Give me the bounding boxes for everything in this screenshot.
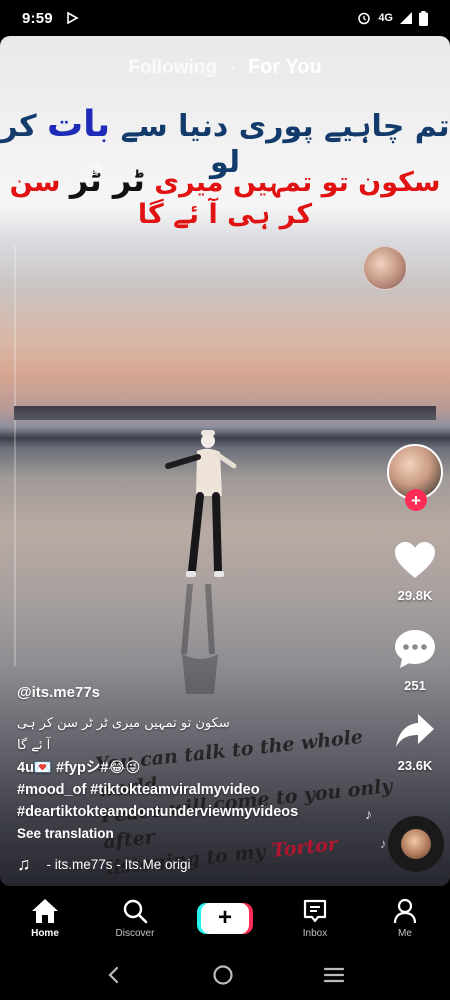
status-time: 9:59	[22, 9, 53, 27]
video-player[interactable]: Following For You تم چاہیے پوری دنیا سے …	[0, 36, 450, 886]
nav-discover-label: Discover	[115, 927, 155, 939]
nav-create[interactable]: +	[180, 886, 270, 950]
post-info: @its.me77s سکون تو تمہیں میری ٹر ٹر سن ک…	[17, 684, 377, 875]
post-description-urdu: سکون تو تمہیں میری ٹر ٹر سن کر ہی آ ئے گ…	[17, 716, 230, 753]
play-protect-icon	[67, 11, 79, 25]
status-bar: 9:59 4G	[0, 0, 450, 36]
caption-text: تم چاہیے پوری دنیا سے	[110, 109, 450, 144]
side-actions: + 29.8K 251 23.6K	[384, 444, 446, 773]
tab-separator-dot	[230, 66, 234, 69]
status-icons: 4G	[357, 10, 428, 26]
floating-note-icon: ♪	[380, 836, 387, 851]
comment-button[interactable]: 251	[384, 628, 446, 693]
music-title: - its.me77s - Its.Me origi	[46, 857, 191, 872]
feed-tabs: Following For You	[0, 56, 450, 79]
music-note-icon: ♫	[17, 854, 31, 874]
comment-icon	[395, 630, 435, 668]
music-disc-cover	[401, 829, 431, 859]
caption-emoji: 😜	[86, 161, 102, 178]
like-count: 29.8K	[397, 588, 433, 603]
system-nav-bar	[0, 950, 450, 1000]
share-count: 23.6K	[397, 758, 433, 773]
nav-home[interactable]: Home	[0, 886, 90, 950]
share-button[interactable]: 23.6K	[384, 712, 446, 773]
follow-plus-button[interactable]: +	[405, 489, 427, 511]
back-icon[interactable]	[105, 966, 123, 984]
network-type: 4G	[378, 12, 393, 24]
music-info[interactable]: ♫ - its.me77s - Its.Me origi	[17, 854, 377, 875]
tab-for-you[interactable]: For You	[248, 56, 322, 79]
create-button[interactable]: +	[201, 902, 249, 934]
heart-icon	[395, 542, 435, 578]
bottom-nav: Home Discover + Inbox Me	[0, 886, 450, 950]
video-sticker-avatar	[363, 246, 407, 290]
share-arrow-icon	[396, 714, 434, 747]
signal-icon	[400, 12, 412, 24]
like-button[interactable]: 29.8K	[384, 540, 446, 603]
post-hashtags[interactable]: #deartiktokteamdontunderviewmyvideos	[17, 801, 377, 823]
caption-highlight: بات	[46, 104, 111, 145]
post-hashtags[interactable]: #mood_of #tiktokteamviralmyvideo	[17, 779, 377, 801]
nav-discover[interactable]: Discover	[90, 886, 180, 950]
home-circle-icon[interactable]	[212, 964, 234, 986]
inbox-icon	[303, 899, 327, 922]
nav-inbox-label: Inbox	[302, 927, 328, 939]
post-username[interactable]: @its.me77s	[17, 684, 377, 701]
music-disc[interactable]	[388, 816, 444, 872]
comment-count: 251	[404, 678, 426, 693]
recents-icon[interactable]	[323, 966, 345, 984]
caption-highlight: ٹر ٹر	[69, 161, 145, 199]
search-icon	[123, 899, 148, 923]
nav-me[interactable]: Me	[360, 886, 450, 950]
video-frame-edge	[14, 246, 16, 666]
nav-home-label: Home	[31, 927, 59, 939]
home-icon	[32, 898, 58, 923]
post-description-line: 4u💌 #fypシ#😂😜	[17, 760, 141, 776]
profile-icon	[393, 898, 417, 923]
see-translation-link[interactable]: See translation	[17, 826, 377, 841]
floating-note-icon: ♪	[365, 806, 372, 822]
battery-icon	[419, 10, 428, 26]
tab-following[interactable]: Following	[128, 57, 217, 79]
alarm-icon	[358, 12, 371, 25]
nav-me-label: Me	[398, 927, 412, 939]
caption-text: سکون تو تمہیں میری	[144, 167, 441, 198]
video-caption-line2: سکون تو تمہیں میری ٹر ٹر سن کر ہی آ ئے گ…	[0, 161, 450, 230]
nav-inbox[interactable]: Inbox	[270, 886, 360, 950]
horizon-shoreline	[14, 406, 436, 420]
